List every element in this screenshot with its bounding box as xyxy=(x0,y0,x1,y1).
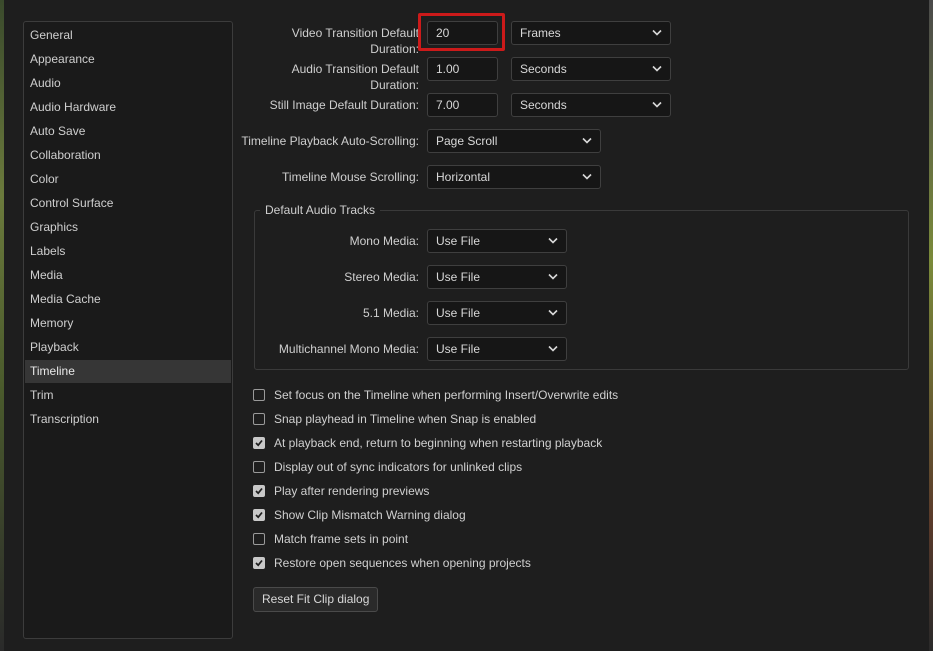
sidebar-item-transcription[interactable]: Transcription xyxy=(25,408,231,431)
sidebar-item-labels[interactable]: Labels xyxy=(25,240,231,263)
five-one-media-label: 5.1 Media: xyxy=(362,306,419,320)
chevron-down-icon xyxy=(582,173,592,181)
sidebar-item-playback[interactable]: Playback xyxy=(25,336,231,359)
checkmark-icon xyxy=(255,439,263,447)
still-image-duration-input[interactable]: 7.00 xyxy=(427,93,498,117)
multichannel-mono-media-select[interactable]: Use File xyxy=(427,337,567,361)
mono-media-select[interactable]: Use File xyxy=(427,229,567,253)
checkbox-label: Match frame sets in point xyxy=(274,532,409,546)
checkbox-play-after-rendering[interactable] xyxy=(253,485,265,497)
checkbox-label: Display out of sync indicators for unlin… xyxy=(274,460,523,474)
sidebar-item-color[interactable]: Color xyxy=(25,168,231,191)
audio-transition-unit-select[interactable]: Seconds xyxy=(511,57,671,81)
multichannel-mono-media-label: Multichannel Mono Media: xyxy=(278,342,419,356)
sidebar-item-memory[interactable]: Memory xyxy=(25,312,231,335)
mouse-scrolling-select[interactable]: Horizontal xyxy=(427,165,601,189)
still-image-unit-value: Seconds xyxy=(520,98,567,112)
sidebar-item-timeline[interactable]: Timeline xyxy=(25,360,231,383)
checkbox-out-of-sync[interactable] xyxy=(253,461,265,473)
window-edge-left xyxy=(0,0,4,651)
video-transition-unit-select[interactable]: Frames xyxy=(511,21,671,45)
sidebar-item-audio-hardware[interactable]: Audio Hardware xyxy=(25,96,231,119)
checkbox-return-to-beginning[interactable] xyxy=(253,437,265,449)
mono-media-value: Use File xyxy=(436,234,481,248)
reset-fit-clip-dialog-button[interactable]: Reset Fit Clip dialog xyxy=(253,587,379,612)
auto-scrolling-select[interactable]: Page Scroll xyxy=(427,129,601,153)
checkmark-icon xyxy=(255,511,263,519)
mono-media-label: Mono Media: xyxy=(349,234,419,248)
sidebar-item-trim[interactable]: Trim xyxy=(25,384,231,407)
preferences-sidebar: General Appearance Audio Audio Hardware … xyxy=(23,21,233,639)
checkbox-set-focus[interactable] xyxy=(253,389,265,401)
sidebar-item-appearance[interactable]: Appearance xyxy=(25,48,231,71)
chevron-down-icon xyxy=(652,65,662,73)
sidebar-item-media[interactable]: Media xyxy=(25,264,231,287)
checkmark-icon xyxy=(255,487,263,495)
sidebar-item-audio[interactable]: Audio xyxy=(25,72,231,95)
still-image-unit-select[interactable]: Seconds xyxy=(511,93,671,117)
video-transition-label: Video Transition Default Duration: xyxy=(291,26,419,56)
mouse-scrolling-value: Horizontal xyxy=(436,170,491,184)
five-one-media-select[interactable]: Use File xyxy=(427,301,567,325)
sidebar-item-collaboration[interactable]: Collaboration xyxy=(25,144,231,167)
checkbox-snap-playhead[interactable] xyxy=(253,413,265,425)
stereo-media-value: Use File xyxy=(436,270,481,284)
chevron-down-icon xyxy=(548,309,558,317)
default-audio-tracks-title: Default Audio Tracks xyxy=(260,202,381,218)
checkmark-icon xyxy=(255,559,263,567)
chevron-down-icon xyxy=(548,345,558,353)
sidebar-item-graphics[interactable]: Graphics xyxy=(25,216,231,239)
checkbox-label: Play after rendering previews xyxy=(274,484,430,498)
checkbox-match-frame[interactable] xyxy=(253,533,265,545)
checkbox-label: Restore open sequences when opening proj… xyxy=(274,556,531,570)
video-transition-unit-value: Frames xyxy=(520,26,561,40)
sidebar-item-general[interactable]: General xyxy=(25,24,231,47)
auto-scrolling-value: Page Scroll xyxy=(436,134,498,148)
audio-transition-label: Audio Transition Default Duration: xyxy=(291,62,419,92)
window-edge-right xyxy=(929,0,933,651)
chevron-down-icon xyxy=(652,101,662,109)
sidebar-item-media-cache[interactable]: Media Cache xyxy=(25,288,231,311)
sidebar-item-auto-save[interactable]: Auto Save xyxy=(25,120,231,143)
checkbox-label: Snap playhead in Timeline when Snap is e… xyxy=(274,412,537,426)
chevron-down-icon xyxy=(652,29,662,37)
checkbox-label: Set focus on the Timeline when performin… xyxy=(274,388,619,402)
chevron-down-icon xyxy=(548,237,558,245)
chevron-down-icon xyxy=(548,273,558,281)
audio-transition-unit-value: Seconds xyxy=(520,62,567,76)
multichannel-mono-media-value: Use File xyxy=(436,342,481,356)
checkbox-label: Show Clip Mismatch Warning dialog xyxy=(274,508,466,522)
highlight-box xyxy=(418,13,505,51)
checkbox-restore-sequences[interactable] xyxy=(253,557,265,569)
auto-scrolling-label: Timeline Playback Auto-Scrolling: xyxy=(241,134,419,148)
still-image-label: Still Image Default Duration: xyxy=(269,98,419,112)
five-one-media-value: Use File xyxy=(436,306,481,320)
sidebar-item-control-surface[interactable]: Control Surface xyxy=(25,192,231,215)
checkbox-clip-mismatch[interactable] xyxy=(253,509,265,521)
checkbox-label: At playback end, return to beginning whe… xyxy=(274,436,603,450)
audio-transition-duration-input[interactable]: 1.00 xyxy=(427,57,498,81)
stereo-media-label: Stereo Media: xyxy=(344,270,419,284)
mouse-scrolling-label: Timeline Mouse Scrolling: xyxy=(282,170,419,184)
stereo-media-select[interactable]: Use File xyxy=(427,265,567,289)
chevron-down-icon xyxy=(582,137,592,145)
